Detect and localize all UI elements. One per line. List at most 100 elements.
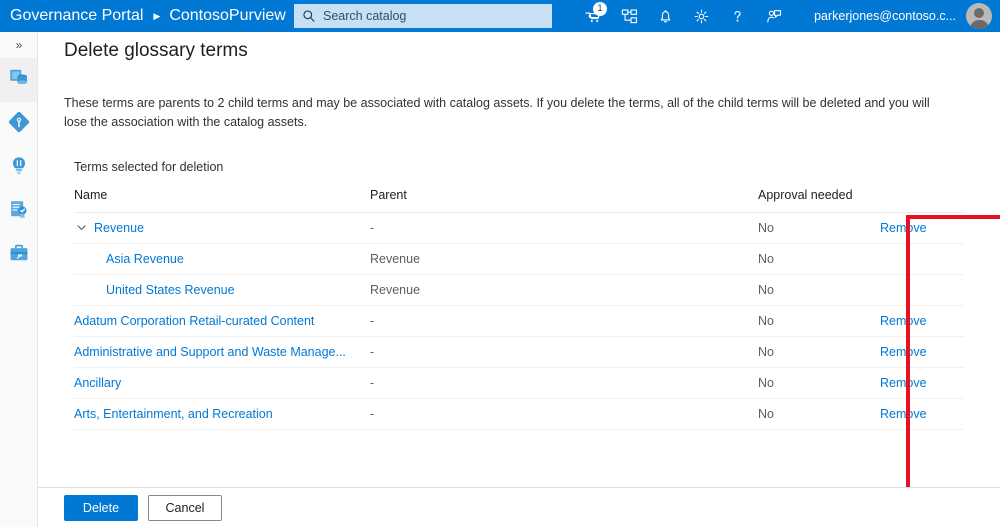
name-cell-wrapper: Arts, Entertainment, and Recreation <box>74 407 370 421</box>
column-header-approval: Approval needed <box>758 188 880 213</box>
cell-name: United States Revenue <box>74 274 370 306</box>
term-name-link[interactable]: Arts, Entertainment, and Recreation <box>74 407 273 421</box>
cell-parent: - <box>370 398 758 430</box>
cart-icon[interactable]: 1 <box>575 0 611 32</box>
cell-parent: - <box>370 212 758 244</box>
name-cell-wrapper: Adatum Corporation Retail-curated Conten… <box>74 314 370 328</box>
remove-link[interactable]: Remove <box>880 407 927 421</box>
term-name-link[interactable]: Adatum Corporation Retail-curated Conten… <box>74 314 314 328</box>
cell-actions <box>880 243 964 275</box>
cart-badge-count: 1 <box>593 2 607 16</box>
table-row: Ancillary - No Remove <box>74 367 964 399</box>
cell-name: Administrative and Support and Waste Man… <box>74 336 370 368</box>
term-name-link[interactable]: Administrative and Support and Waste Man… <box>74 345 346 359</box>
breadcrumb: Governance Portal ▶ ContosoPurview <box>0 0 286 32</box>
cell-actions: Remove <box>880 336 964 368</box>
cell-name: Adatum Corporation Retail-curated Conten… <box>74 305 370 337</box>
data-map-icon <box>8 111 30 138</box>
table-row: United States Revenue Revenue No <box>74 274 964 306</box>
avatar-icon[interactable] <box>966 3 992 29</box>
lightbulb-icon <box>8 155 30 182</box>
column-header-parent: Parent <box>370 188 758 213</box>
cell-approval-needed: No <box>758 274 880 306</box>
sidebar-item-management[interactable] <box>0 234 37 278</box>
sidebar-item-data-map[interactable] <box>0 102 37 146</box>
column-header-name: Name <box>74 188 370 213</box>
brand-title[interactable]: Governance Portal <box>10 7 143 25</box>
name-cell-wrapper: Administrative and Support and Waste Man… <box>74 345 370 359</box>
sidebar-expand-button[interactable]: » <box>0 32 37 58</box>
cancel-button[interactable]: Cancel <box>148 494 222 521</box>
header-icon-group: 1 <box>575 0 791 32</box>
page-description: These terms are parents to 2 child terms… <box>64 96 930 129</box>
table-row: Administrative and Support and Waste Man… <box>74 336 964 368</box>
cell-actions: Remove <box>880 212 964 244</box>
cell-approval-needed: No <box>758 336 880 368</box>
cell-approval-needed: No <box>758 305 880 337</box>
sidebar-item-glossary[interactable] <box>0 190 37 234</box>
term-name-link[interactable]: Revenue <box>94 221 144 235</box>
database-icon <box>8 67 30 94</box>
cell-parent: - <box>370 367 758 399</box>
feedback-icon[interactable] <box>755 0 791 32</box>
cell-parent: - <box>370 305 758 337</box>
table-caption: Terms selected for deletion <box>74 160 224 174</box>
table-row: Revenue - No Remove <box>74 212 964 244</box>
certificate-icon <box>8 199 30 226</box>
table-row: Arts, Entertainment, and Recreation - No Re… <box>74 398 964 430</box>
cell-actions: Remove <box>880 305 964 337</box>
table-body: Revenue - No Remove Asia Revenue Revenue No Uni… <box>74 212 964 430</box>
chevron-right-icon: ▶ <box>153 10 161 21</box>
column-header-actions <box>880 188 964 213</box>
delete-button[interactable]: Delete <box>64 494 138 521</box>
name-cell-wrapper: Asia Revenue <box>74 252 370 266</box>
cell-actions <box>880 274 964 306</box>
remove-link[interactable]: Remove <box>880 221 927 235</box>
table-row: Adatum Corporation Retail-curated Conten… <box>74 305 964 337</box>
cell-name: Asia Revenue <box>74 243 370 275</box>
name-cell-wrapper: Revenue <box>74 221 370 235</box>
cell-approval-needed: No <box>758 212 880 244</box>
name-cell-wrapper: Ancillary <box>74 376 370 390</box>
chevron-down-icon[interactable] <box>74 221 88 235</box>
user-account-menu[interactable]: parkerjones@contoso.c... <box>814 0 992 32</box>
cell-parent: Revenue <box>370 274 758 306</box>
sidebar: » <box>0 32 38 527</box>
gear-icon[interactable] <box>683 0 719 32</box>
remove-link[interactable]: Remove <box>880 376 927 390</box>
cell-actions: Remove <box>880 398 964 430</box>
share-network-icon[interactable] <box>611 0 647 32</box>
search-icon <box>302 9 316 23</box>
footer-actions: Delete Cancel <box>38 488 1000 527</box>
remove-link[interactable]: Remove <box>880 314 927 328</box>
sidebar-item-insights[interactable] <box>0 146 37 190</box>
term-name-link[interactable]: Asia Revenue <box>106 252 184 266</box>
name-cell-wrapper: United States Revenue <box>74 283 370 297</box>
help-icon[interactable] <box>719 0 755 32</box>
table-header-row: Name Parent Approval needed <box>74 188 964 213</box>
term-name-link[interactable]: Ancillary <box>74 376 121 390</box>
search-input[interactable] <box>323 9 544 23</box>
cell-name: Ancillary <box>74 367 370 399</box>
top-header-bar: Governance Portal ▶ ContosoPurview 1 <box>0 0 1000 32</box>
toolbox-icon <box>8 243 30 270</box>
user-email: parkerjones@contoso.c... <box>814 9 956 23</box>
sidebar-item-data-sources[interactable] <box>0 58 37 102</box>
cell-approval-needed: No <box>758 243 880 275</box>
breadcrumb-account[interactable]: ContosoPurview <box>169 7 286 25</box>
table-header: Name Parent Approval needed <box>74 188 964 213</box>
content-card: Delete glossary terms These terms are pa… <box>38 32 1000 495</box>
remove-link[interactable]: Remove <box>880 345 927 359</box>
cell-approval-needed: No <box>758 398 880 430</box>
cell-parent: Revenue <box>370 243 758 275</box>
cell-actions: Remove <box>880 367 964 399</box>
bell-icon[interactable] <box>647 0 683 32</box>
cell-parent: - <box>370 336 758 368</box>
cell-approval-needed: No <box>758 367 880 399</box>
cell-name: Arts, Entertainment, and Recreation <box>74 398 370 430</box>
search-box[interactable] <box>294 4 552 28</box>
term-name-link[interactable]: United States Revenue <box>106 283 235 297</box>
table-row: Asia Revenue Revenue No <box>74 243 964 275</box>
terms-table: Name Parent Approval needed Revenue - No Re… <box>74 188 964 430</box>
cell-name: Revenue <box>74 212 370 244</box>
